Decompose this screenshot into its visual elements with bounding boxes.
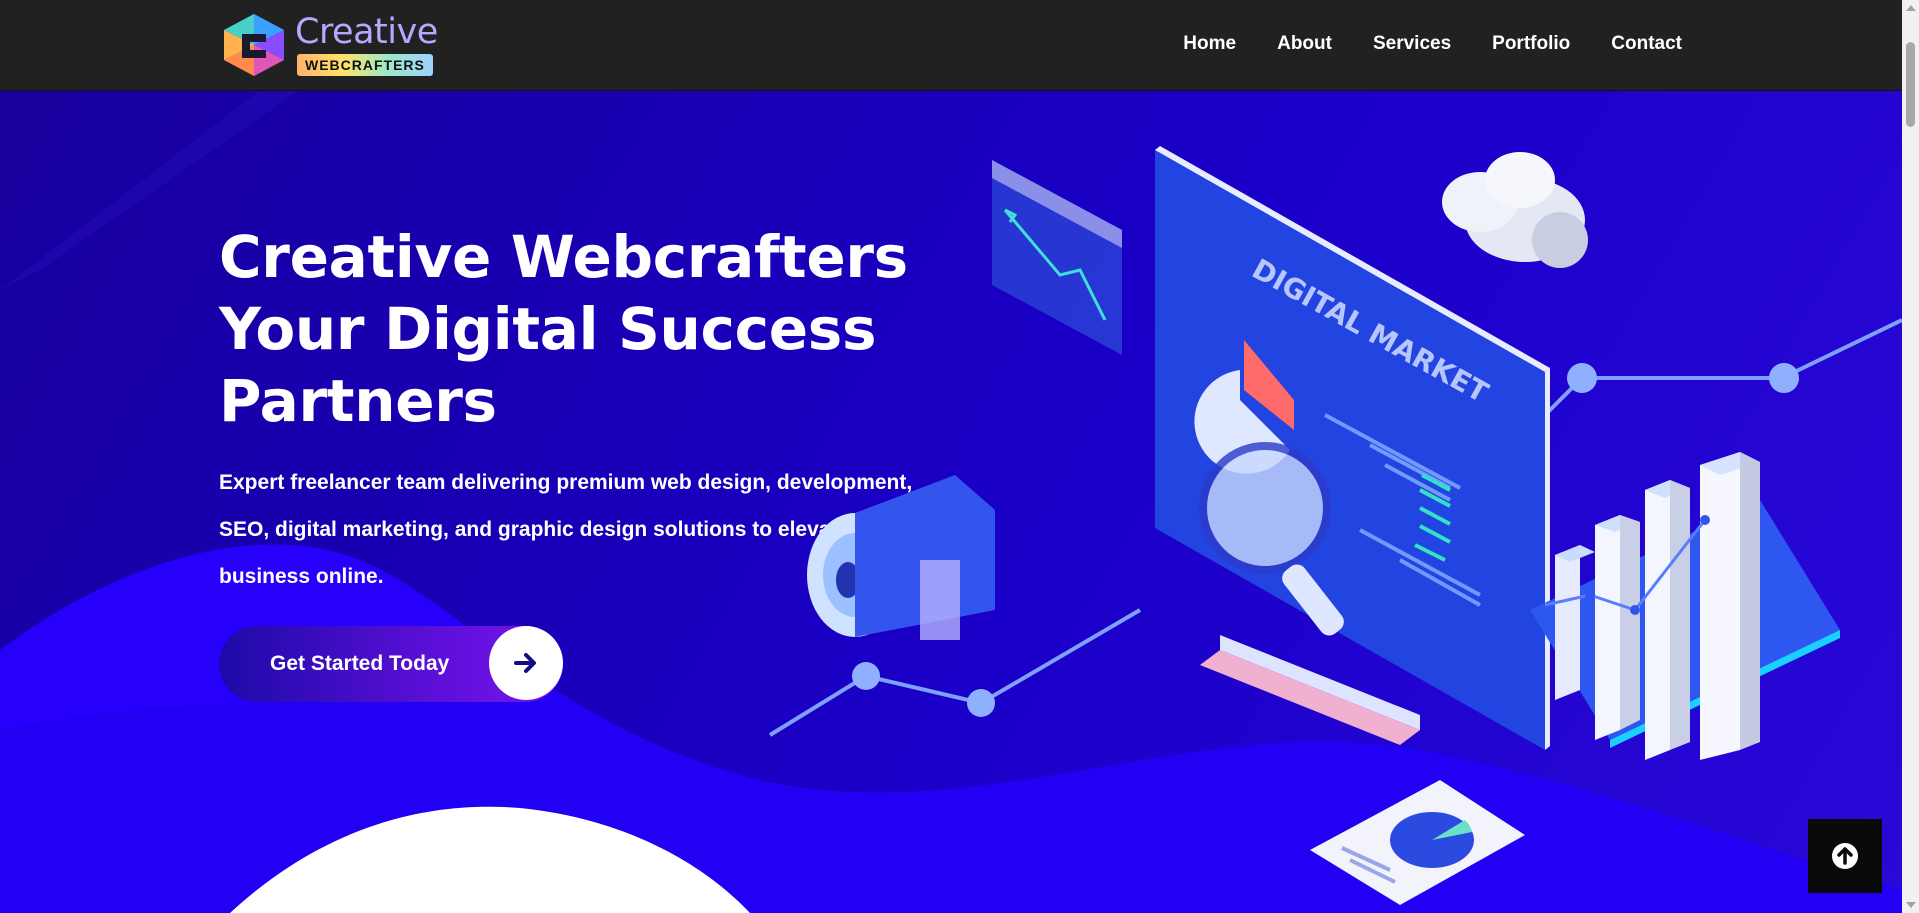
scrollbar-thumb[interactable] xyxy=(1906,42,1915,127)
scroll-up-arrow-icon[interactable] xyxy=(1906,5,1916,11)
brand-name: Creative xyxy=(295,12,438,52)
cta-label: Get Started Today xyxy=(270,652,450,675)
hero-section: Creative Webcrafters Your Digital Succes… xyxy=(0,90,1902,913)
scroll-down-arrow-icon[interactable] xyxy=(1906,902,1916,908)
nav-services[interactable]: Services xyxy=(1373,33,1451,55)
brand-tagline: WEBCRAFTERS xyxy=(297,54,433,76)
arrow-right-icon xyxy=(489,626,563,700)
arrow-up-circle-icon xyxy=(1832,843,1858,869)
nav-contact[interactable]: Contact xyxy=(1611,33,1682,55)
logo-mark-icon xyxy=(224,14,284,76)
nav-about[interactable]: About xyxy=(1277,33,1332,55)
back-to-top-button[interactable] xyxy=(1808,819,1882,893)
cloud-icon xyxy=(1442,152,1588,268)
nav-portfolio[interactable]: Portfolio xyxy=(1492,33,1570,55)
page-scrollbar[interactable] xyxy=(1902,0,1919,913)
brand-logo[interactable]: Creative WEBCRAFTERS xyxy=(218,12,438,78)
get-started-button[interactable]: Get Started Today xyxy=(219,626,563,702)
main-nav: Home About Services Portfolio Contact xyxy=(1142,0,1682,88)
digital-marketing-illustration: DIGITAL MARKET xyxy=(768,146,1902,905)
nav-home[interactable]: Home xyxy=(1183,33,1236,55)
site-header: Creative WEBCRAFTERS Home About Services… xyxy=(0,0,1902,91)
